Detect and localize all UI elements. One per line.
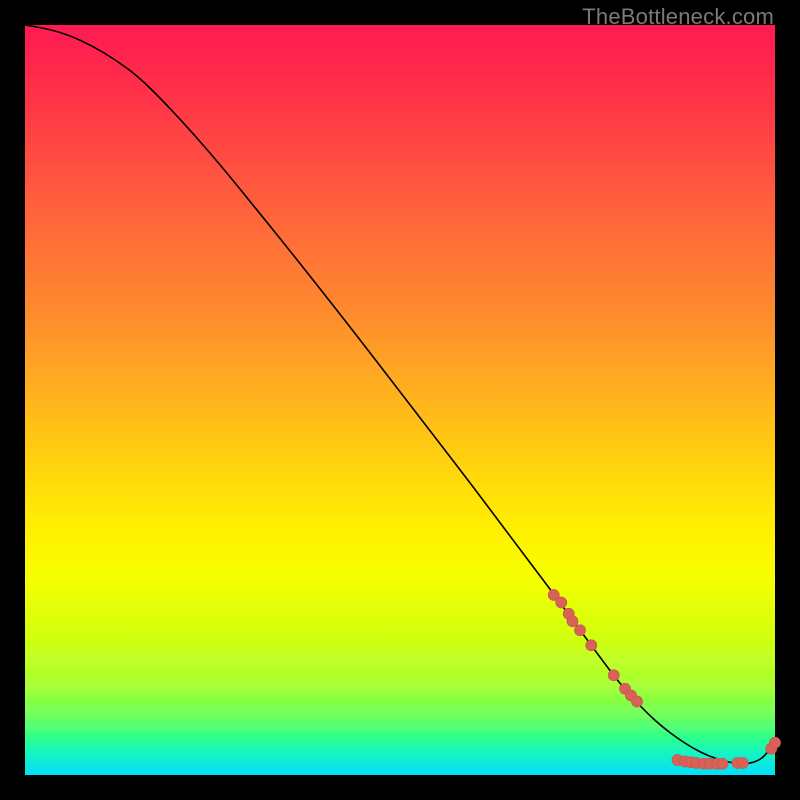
data-point [586,640,597,651]
chart-overlay [25,25,775,775]
data-point [770,737,781,748]
data-point [556,597,567,608]
data-point [608,670,619,681]
chart-curve [25,25,775,764]
data-point [567,616,578,627]
data-point [575,625,586,636]
data-point [717,758,728,769]
chart-stage: TheBottleneck.com [0,0,800,800]
data-point [632,696,643,707]
chart-markers [548,590,780,770]
data-point [737,758,748,769]
